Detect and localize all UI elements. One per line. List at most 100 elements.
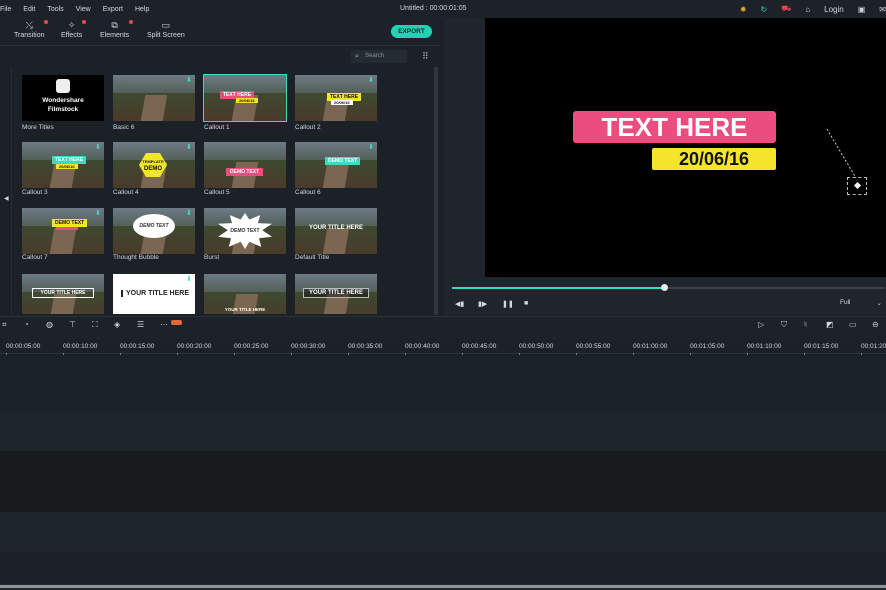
microphone-icon[interactable]: ♮ (804, 320, 807, 329)
title-card-label: Callout 6 (295, 189, 321, 196)
voiceover-icon[interactable]: ◩ (826, 320, 834, 329)
preview-title-text[interactable]: TEXT HERE (573, 111, 776, 143)
ruler-tick-label: 00:01:05:00 (690, 343, 725, 357)
menu-tools[interactable]: Tools (47, 6, 63, 13)
speed-icon[interactable]: ◔ (24, 320, 29, 329)
download-icon[interactable]: ⬇ (95, 210, 101, 217)
transition-icon: ⤯ (14, 20, 49, 32)
download-icon[interactable]: ⬇ (186, 144, 192, 151)
thumb-text: YOUR TITLE HERE (308, 225, 363, 231)
sun-icon[interactable]: ✹ (740, 5, 747, 14)
tab-transition[interactable]: ⤯ Transition (14, 20, 49, 39)
title-card-callout-1[interactable]: TEXT HERE 20/06/16 (203, 74, 287, 122)
pause-icon[interactable]: ❚❚ (502, 300, 514, 308)
download-icon[interactable]: ⬇ (368, 77, 374, 84)
title-card-label: Thought Bubble (113, 254, 159, 261)
title-card[interactable]: YOUR TITLE HERE (204, 274, 286, 314)
playhead-knob[interactable] (660, 284, 668, 291)
timeline-track[interactable] (0, 451, 886, 512)
timeline-track[interactable] (0, 512, 886, 552)
zoom-out-icon[interactable]: ⊖ (872, 320, 879, 329)
marker-icon[interactable]: ⛉ (781, 320, 787, 330)
timeline-track[interactable] (0, 355, 886, 413)
fit-icon[interactable]: ⛶ (92, 320, 98, 330)
title-card[interactable]: YOUR TITLE HERE (295, 274, 377, 314)
title-card-callout-5[interactable]: DEMO TEXT (204, 142, 286, 188)
mail-icon[interactable]: ✉ (879, 5, 886, 14)
media-toolbar: ⤯ Transition ✧ Effects ⧉ Elements ▭ Spli… (0, 18, 440, 46)
gift-icon[interactable]: ⌂ (805, 5, 810, 14)
title-card-label: Burst (204, 254, 220, 261)
timeline-scrollbar[interactable] (0, 584, 886, 590)
title-card-burst[interactable]: DEMO TEXT (204, 208, 286, 254)
timeline-toolbar (0, 316, 886, 339)
login-link[interactable]: Login (824, 5, 844, 14)
download-icon[interactable]: ⬇ (368, 144, 374, 151)
title-card-basic-6[interactable]: ⬇ (113, 75, 195, 121)
title-card-callout-4[interactable]: ⬇ TEMPLATE DEMO (113, 142, 195, 188)
filmstock-brand-line1: Wondershare (42, 97, 84, 104)
library-scrollbar-thumb[interactable] (434, 67, 438, 315)
stop-icon[interactable]: ■ (524, 300, 528, 307)
thumb-text: YOUR TITLE HERE (121, 290, 189, 297)
library-scrollbar[interactable] (434, 67, 438, 315)
beta-feature-icon[interactable]: ⋯ (160, 320, 168, 329)
timeline-scrollbar-thumb[interactable] (0, 585, 886, 588)
thumb-text: 20/06/16 (56, 164, 78, 169)
download-icon[interactable]: ⬇ (186, 276, 192, 283)
search-input[interactable]: ⌕ Search (351, 50, 407, 63)
thumb-text: DEMO TEXT (325, 157, 361, 165)
save-icon[interactable]: ▣ (858, 5, 866, 14)
title-card[interactable]: ⬇ YOUR TITLE HERE (113, 274, 195, 314)
tab-split-screen[interactable]: ▭ Split Screen (147, 20, 185, 39)
menu-export[interactable]: Export (103, 6, 123, 13)
title-card-callout-2[interactable]: ⬇ TEXT HERE 20/06/16 (295, 75, 377, 121)
title-card-callout-6[interactable]: ⬇ DEMO TEXT (295, 142, 377, 188)
crop-icon[interactable]: ⌗ (2, 320, 7, 330)
keyframe-icon[interactable]: ◈ (114, 320, 120, 329)
title-card-callout-3[interactable]: ⬇ TEXT HERE 20/06/16 (22, 142, 104, 188)
menu-view[interactable]: View (76, 6, 91, 13)
color-icon[interactable]: ◍ (46, 320, 53, 329)
timeline-track[interactable] (0, 552, 886, 584)
playback-progress[interactable] (452, 284, 884, 291)
subtitle-icon[interactable]: ▭ (849, 320, 857, 329)
render-icon[interactable]: ▷ (758, 320, 764, 329)
menu-edit[interactable]: Edit (23, 6, 35, 13)
adjust-icon[interactable]: ☰ (137, 320, 144, 329)
preview-date-text[interactable]: 20/06/16 (652, 148, 776, 170)
thumb-text: TEMPLATE (142, 159, 164, 164)
expand-arrow-icon[interactable]: ◀ (4, 195, 9, 202)
menu-help[interactable]: Help (135, 6, 149, 13)
play-icon[interactable]: ▮▶ (478, 300, 487, 308)
rotate-handle-icon[interactable] (853, 181, 862, 190)
download-icon[interactable]: ⬇ (95, 144, 101, 151)
thumb-text: YOUR TITLE HERE (303, 288, 369, 298)
headset-icon[interactable]: ↻ (761, 5, 768, 14)
title-card-more-titles[interactable]: Wondershare Filmstock (22, 75, 104, 121)
download-icon[interactable]: ⬇ (186, 210, 192, 217)
cart-icon[interactable]: ⛟ (781, 4, 791, 14)
menu-bar: File Edit Tools View Export Help Untitle… (0, 0, 886, 18)
chevron-down-icon: ⌄ (876, 300, 882, 307)
library-sidebar-collapsed[interactable]: ◀ (0, 67, 12, 315)
title-card-default-title[interactable]: YOUR TITLE HERE (295, 208, 377, 254)
quality-select[interactable]: Full ⌄ (840, 299, 884, 311)
title-card[interactable]: YOUR TITLE HERE (22, 274, 104, 314)
pip-icon[interactable]: ⊤ (69, 320, 76, 329)
ruler-tick-label: 00:00:35:00 (348, 343, 383, 357)
timeline-track[interactable] (0, 413, 886, 451)
title-card-callout-7[interactable]: ⬇ DEMO TEXT (22, 208, 104, 254)
ruler-tick-label: 00:00:25:00 (234, 343, 269, 357)
transform-handle[interactable] (847, 177, 867, 195)
grid-view-icon[interactable]: ⠿ (422, 51, 429, 62)
ruler-tick-label: 00:00:55:00 (576, 343, 611, 357)
tab-elements[interactable]: ⧉ Elements (100, 20, 134, 39)
download-icon[interactable]: ⬇ (186, 77, 192, 84)
menu-file[interactable]: File (0, 6, 11, 13)
step-back-icon[interactable]: ◀▮ (455, 300, 464, 308)
tab-effects[interactable]: ✧ Effects (61, 20, 87, 39)
export-button[interactable]: EXPORT (391, 25, 432, 38)
title-card-thought-bubble[interactable]: ⬇ DEMO TEXT (113, 208, 195, 254)
ruler-tick-label: 00:00:05:00 (6, 343, 41, 357)
